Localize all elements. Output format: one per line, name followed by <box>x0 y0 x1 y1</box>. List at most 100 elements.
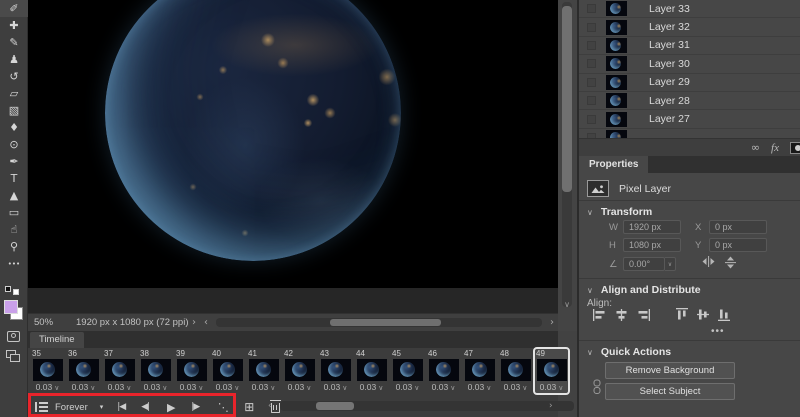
layer-thumbnail[interactable] <box>606 37 627 53</box>
eyedropper-tool-icon[interactable]: ✐ <box>0 0 28 17</box>
timeline-frame-49[interactable]: 49 0.03 ∨ <box>533 347 570 395</box>
blur-tool-icon[interactable]: ♦ <box>0 119 28 136</box>
hand-tool-icon[interactable]: ☝ <box>0 221 28 238</box>
y-field[interactable]: 0 px <box>709 238 767 252</box>
timeline-scroll-right-arrow[interactable]: › <box>549 401 553 411</box>
canvas-vscroll-thumb[interactable] <box>562 6 572 192</box>
frame-thumbnail[interactable] <box>176 359 207 381</box>
loop-count-select[interactable]: Forever <box>55 402 88 413</box>
timeline-frame-40[interactable]: 40 0.03 ∨ <box>211 349 244 393</box>
angle-field[interactable]: 0.00° <box>623 257 665 271</box>
canvas-horizontal-scrollbar[interactable] <box>216 318 542 327</box>
align-bottom-edges-icon[interactable] <box>718 308 730 324</box>
layer-row[interactable]: Layer 32 <box>579 18 800 37</box>
frame-delay-select[interactable]: 0.03 ∨ <box>360 382 384 392</box>
visibility-toggle[interactable] <box>587 96 596 106</box>
document-canvas[interactable] <box>28 0 558 288</box>
visibility-toggle[interactable] <box>587 114 596 124</box>
screen-mode-button[interactable] <box>0 348 28 364</box>
frame-delay-select[interactable]: 0.03 ∨ <box>180 382 204 392</box>
canvas-scroll-right-arrow[interactable]: › <box>546 317 558 328</box>
align-vertical-centers-icon[interactable] <box>697 308 709 324</box>
dodge-tool-icon[interactable]: ⊙ <box>0 136 28 153</box>
frame-delay-select[interactable]: 0.03 ∨ <box>288 382 312 392</box>
gradient-tool-icon[interactable]: ▧ <box>0 102 28 119</box>
loop-options-icon[interactable] <box>28 399 48 415</box>
frame-delay-select[interactable]: 0.03 ∨ <box>72 382 96 392</box>
link-dimensions-icon[interactable] <box>592 379 602 398</box>
frame-delay-select[interactable]: 0.03 ∨ <box>468 382 492 392</box>
canvas-hscroll-thumb[interactable] <box>330 319 441 326</box>
quick-mask-button[interactable] <box>0 330 28 344</box>
visibility-toggle[interactable] <box>587 77 596 87</box>
duplicate-frame-button[interactable]: ⊞ <box>241 399 257 415</box>
frame-thumbnail[interactable] <box>248 359 279 381</box>
frame-delay-select[interactable]: 0.03 ∨ <box>432 382 456 392</box>
visibility-toggle[interactable] <box>587 59 596 69</box>
add-layer-mask-icon[interactable] <box>790 141 800 154</box>
eraser-tool-icon[interactable]: ▱ <box>0 85 28 102</box>
zoom-level-field[interactable]: 50% <box>28 317 76 328</box>
remove-background-button[interactable]: Remove Background <box>605 362 735 379</box>
frame-delay-select[interactable]: 0.03 ∨ <box>540 382 564 392</box>
first-frame-button[interactable]: |◀ <box>113 399 129 415</box>
zoom-tool-icon[interactable]: ⚲ <box>0 238 28 255</box>
status-options-arrow[interactable]: › <box>188 317 200 328</box>
timeline-scrollbar[interactable] <box>280 401 574 411</box>
timeline-scroll-thumb[interactable] <box>316 402 354 410</box>
layer-thumbnail[interactable] <box>606 93 627 109</box>
timeline-frame-46[interactable]: 46 0.03 ∨ <box>427 349 460 393</box>
timeline-frame-47[interactable]: 47 0.03 ∨ <box>463 349 496 393</box>
frame-delay-select[interactable]: 0.03 ∨ <box>252 382 276 392</box>
align-more-options[interactable]: ••• <box>711 326 725 337</box>
path-selection-tool-icon[interactable]: ▲ <box>0 187 28 204</box>
next-frame-button[interactable]: |▶ <box>187 399 203 415</box>
layer-thumbnail[interactable] <box>606 56 627 72</box>
layer-row[interactable]: Layer 28 <box>579 92 800 111</box>
timeline-scroll-left-arrow[interactable]: ‹ <box>268 401 272 411</box>
frame-delay-select[interactable]: 0.03 ∨ <box>108 382 132 392</box>
tween-frames-button[interactable]: ⋱ <box>215 399 231 415</box>
layer-row[interactable]: Layer 29 <box>579 74 800 92</box>
timeline-frame-42[interactable]: 42 0.03 ∨ <box>283 349 316 393</box>
x-field[interactable]: 0 px <box>709 220 767 234</box>
layer-row[interactable]: Layer 31 <box>579 37 800 56</box>
frame-thumbnail[interactable] <box>140 359 171 381</box>
frame-thumbnail[interactable] <box>320 359 351 381</box>
clone-stamp-tool-icon[interactable]: ♟ <box>0 51 28 68</box>
timeline-frame-38[interactable]: 38 0.03 ∨ <box>139 349 172 393</box>
timeline-frame-37[interactable]: 37 0.03 ∨ <box>103 349 136 393</box>
timeline-frame-44[interactable]: 44 0.03 ∨ <box>355 349 388 393</box>
layer-row-partial[interactable] <box>579 129 800 138</box>
swap-colors-icon[interactable] <box>0 286 28 296</box>
frame-thumbnail[interactable] <box>212 359 243 381</box>
timeline-frame-39[interactable]: 39 0.03 ∨ <box>175 349 208 393</box>
layer-thumbnail[interactable] <box>606 111 627 127</box>
frame-delay-select[interactable]: 0.03 ∨ <box>396 382 420 392</box>
frame-delay-select[interactable]: 0.03 ∨ <box>324 382 348 392</box>
history-brush-tool-icon[interactable]: ↺ <box>0 68 28 85</box>
frame-thumbnail[interactable] <box>32 359 63 381</box>
layer-thumbnail[interactable] <box>606 19 627 35</box>
edit-toolbar-icon[interactable]: ••• <box>0 255 28 272</box>
layer-thumbnail[interactable] <box>606 129 627 138</box>
visibility-toggle[interactable] <box>587 22 596 32</box>
frame-thumbnail[interactable] <box>68 359 99 381</box>
align-left-edges-icon[interactable] <box>593 308 606 324</box>
visibility-toggle[interactable] <box>587 4 596 14</box>
align-horizontal-centers-icon[interactable] <box>615 308 628 324</box>
flip-horizontal-icon[interactable] <box>702 256 715 272</box>
align-section-header[interactable]: ∨ Align and Distribute <box>587 284 701 296</box>
layer-effects-icon[interactable]: fx <box>771 142 779 154</box>
brush-tool-icon[interactable]: ✎ <box>0 34 28 51</box>
canvas-scroll-left-arrow[interactable]: ‹ <box>200 317 212 328</box>
loop-dropdown-icon[interactable]: ▾ <box>100 403 104 411</box>
select-subject-button[interactable]: Select Subject <box>605 383 735 400</box>
timeline-frame-43[interactable]: 43 0.03 ∨ <box>319 349 352 393</box>
timeline-frame-36[interactable]: 36 0.03 ∨ <box>67 349 100 393</box>
frame-delay-select[interactable]: 0.03 ∨ <box>216 382 240 392</box>
layer-row[interactable]: Layer 33 <box>579 0 800 19</box>
angle-dropdown-icon[interactable]: ∨ <box>665 257 676 271</box>
frame-thumbnail[interactable] <box>428 359 459 381</box>
tab-properties[interactable]: Properties <box>579 156 649 173</box>
